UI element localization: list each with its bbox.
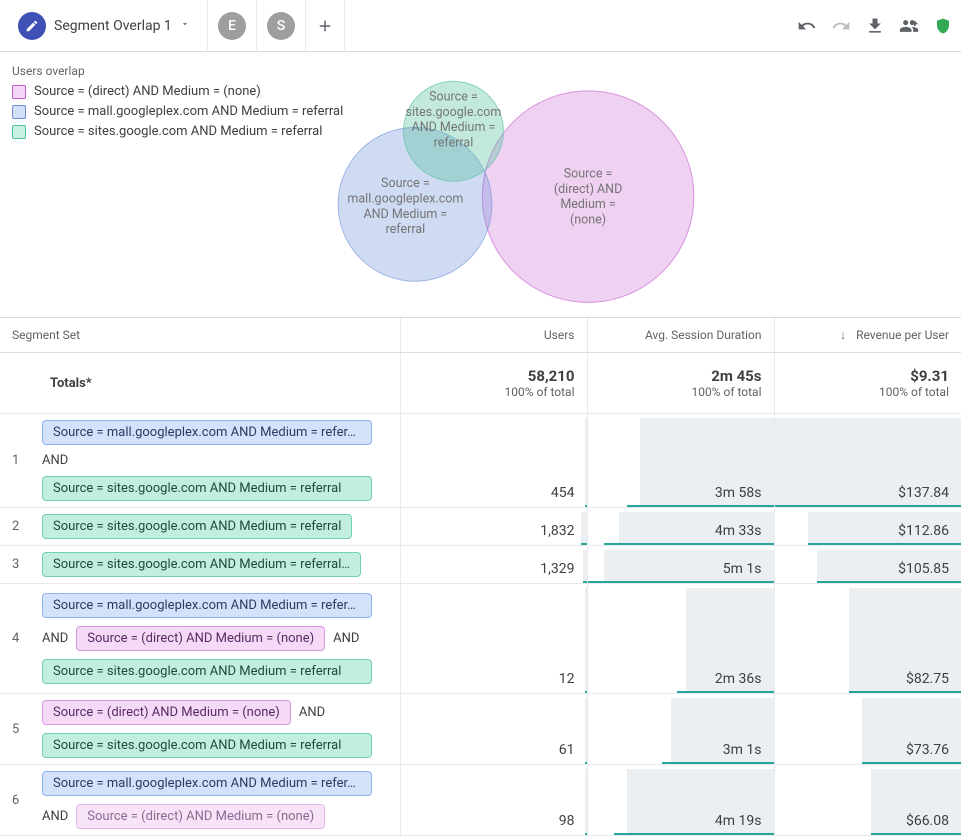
totals-rev-sub: 100% of total <box>787 385 950 399</box>
row-number: 5 <box>12 722 42 737</box>
totals-dur: 2m 45s <box>600 367 762 385</box>
chip-sites[interactable]: Source = sites.google.com AND Medium = r… <box>42 733 372 758</box>
table-row: 4 Source = mall.googleplex.com AND Mediu… <box>0 584 961 694</box>
svg-text:Source =: Source = <box>381 176 430 191</box>
table-row: 2 Source = sites.google.com AND Medium =… <box>0 508 961 546</box>
chip-direct[interactable]: Source = (direct) AND Medium = (none) <box>42 700 291 725</box>
cell-users: 98 <box>559 813 575 829</box>
undo-icon[interactable] <box>797 16 817 36</box>
tab-badge-s: S <box>267 12 295 40</box>
tab-badge-e: E <box>218 12 246 40</box>
totals-rev: $9.31 <box>787 367 950 385</box>
chip-direct[interactable]: Source = (direct) AND Medium = (none) <box>76 626 325 651</box>
table-row: 1 Source = mall.googleplex.com AND Mediu… <box>0 414 961 508</box>
active-tab[interactable]: Segment Overlap 1 <box>8 0 208 52</box>
and-label: AND <box>42 631 68 646</box>
cell-dur: 3m 58s <box>715 485 762 501</box>
totals-users-sub: 100% of total <box>413 385 575 399</box>
and-label: AND <box>42 453 388 468</box>
cell-rev: $105.85 <box>898 561 949 577</box>
chip-sites[interactable]: Source = sites.google.com AND Medium = r… <box>42 659 372 684</box>
svg-text:Source =: Source = <box>564 166 613 181</box>
chip-direct[interactable]: Source = (direct) AND Medium = (none) <box>76 804 325 829</box>
shield-icon[interactable] <box>933 16 953 36</box>
svg-text:sites.google.com: sites.google.com <box>406 105 502 120</box>
redo-icon[interactable] <box>831 16 851 36</box>
download-icon[interactable] <box>865 16 885 36</box>
sort-desc-icon: ↓ <box>840 328 846 342</box>
col-duration[interactable]: Avg. Session Duration <box>587 318 774 353</box>
cell-dur: 5m 1s <box>723 561 762 577</box>
cell-rev: $112.86 <box>898 523 949 539</box>
row-number: 2 <box>12 519 42 534</box>
cell-rev: $73.76 <box>906 742 949 758</box>
topbar-actions <box>797 16 953 36</box>
cell-rev: $137.84 <box>898 485 949 501</box>
cell-users: 12 <box>559 671 575 687</box>
svg-text:mall.googleplex.com: mall.googleplex.com <box>347 191 463 206</box>
cell-dur: 3m 1s <box>723 742 762 758</box>
and-label: AND <box>299 705 325 720</box>
swatch-teal <box>12 125 26 139</box>
row-number: 3 <box>12 557 42 572</box>
svg-text:Source =: Source = <box>429 89 478 104</box>
totals-label: Totals* <box>12 376 388 391</box>
cell-dur: 4m 33s <box>715 523 762 539</box>
svg-text:AND Medium =: AND Medium = <box>412 120 496 135</box>
tab-s[interactable]: S <box>257 0 306 52</box>
venn-panel: Users overlap Source = (direct) AND Medi… <box>0 52 961 318</box>
pencil-icon <box>18 12 46 40</box>
svg-text:AND Medium =: AND Medium = <box>363 207 447 222</box>
table-row: 3 Source = sites.google.com AND Medium =… <box>0 546 961 584</box>
svg-text:(none): (none) <box>570 213 606 228</box>
share-icon[interactable] <box>899 16 919 36</box>
chip-mall[interactable]: Source = mall.googleplex.com AND Medium … <box>42 593 372 618</box>
swatch-purple <box>12 85 26 99</box>
table-row: 6 Source = mall.googleplex.com AND Mediu… <box>0 765 961 836</box>
chip-sites-trunc[interactable]: Source = sites.google.com AND Medium = r… <box>42 552 361 577</box>
col-segment[interactable]: Segment Set <box>0 318 400 353</box>
row-number: 1 <box>12 453 42 468</box>
legend-label: Source = sites.google.com AND Medium = r… <box>34 124 322 139</box>
cell-dur: 2m 36s <box>715 671 762 687</box>
legend-label: Source = (direct) AND Medium = (none) <box>34 84 261 99</box>
table-row: 5 Source = (direct) AND Medium = (none) … <box>0 694 961 765</box>
topbar: Segment Overlap 1 E S <box>0 0 961 52</box>
tab-e[interactable]: E <box>208 0 257 52</box>
row-number: 4 <box>12 631 42 646</box>
results-table: Segment Set Users Avg. Session Duration … <box>0 318 961 836</box>
chip-sites[interactable]: Source = sites.google.com AND Medium = r… <box>42 514 352 539</box>
cell-rev: $66.08 <box>906 813 949 829</box>
totals-users: 58,210 <box>413 367 575 385</box>
svg-text:referral: referral <box>434 136 474 151</box>
cell-users: 454 <box>551 485 575 501</box>
chip-mall[interactable]: Source = mall.googleplex.com AND Medium … <box>42 420 372 445</box>
swatch-blue <box>12 105 26 119</box>
svg-text:referral: referral <box>386 222 426 237</box>
col-revenue[interactable]: ↓ Revenue per User <box>774 318 961 353</box>
add-tab[interactable] <box>306 0 345 52</box>
chip-mall[interactable]: Source = mall.googleplex.com AND Medium … <box>42 771 372 796</box>
svg-text:Medium =: Medium = <box>560 197 616 212</box>
chip-sites[interactable]: Source = sites.google.com AND Medium = r… <box>42 476 372 501</box>
totals-row: Totals* 58,210100% of total 2m 45s100% o… <box>0 353 961 414</box>
svg-text:(direct) AND: (direct) AND <box>554 182 622 197</box>
legend-label: Source = mall.googleplex.com AND Medium … <box>34 104 343 119</box>
and-label: AND <box>333 631 359 646</box>
cell-users: 61 <box>559 742 575 758</box>
cell-rev: $82.75 <box>906 671 949 687</box>
cell-users: 1,832 <box>540 523 574 539</box>
venn-diagram: Source = (direct) AND Medium = (none) So… <box>300 62 780 312</box>
tab-label: Segment Overlap 1 <box>54 18 172 34</box>
plus-icon <box>316 17 334 35</box>
row-number: 6 <box>12 793 42 808</box>
totals-dur-sub: 100% of total <box>600 385 762 399</box>
col-revenue-label: Revenue per User <box>856 328 949 342</box>
chevron-down-icon[interactable] <box>180 18 190 33</box>
cell-dur: 4m 19s <box>715 813 762 829</box>
col-users[interactable]: Users <box>400 318 587 353</box>
cell-users: 1,329 <box>540 561 574 577</box>
